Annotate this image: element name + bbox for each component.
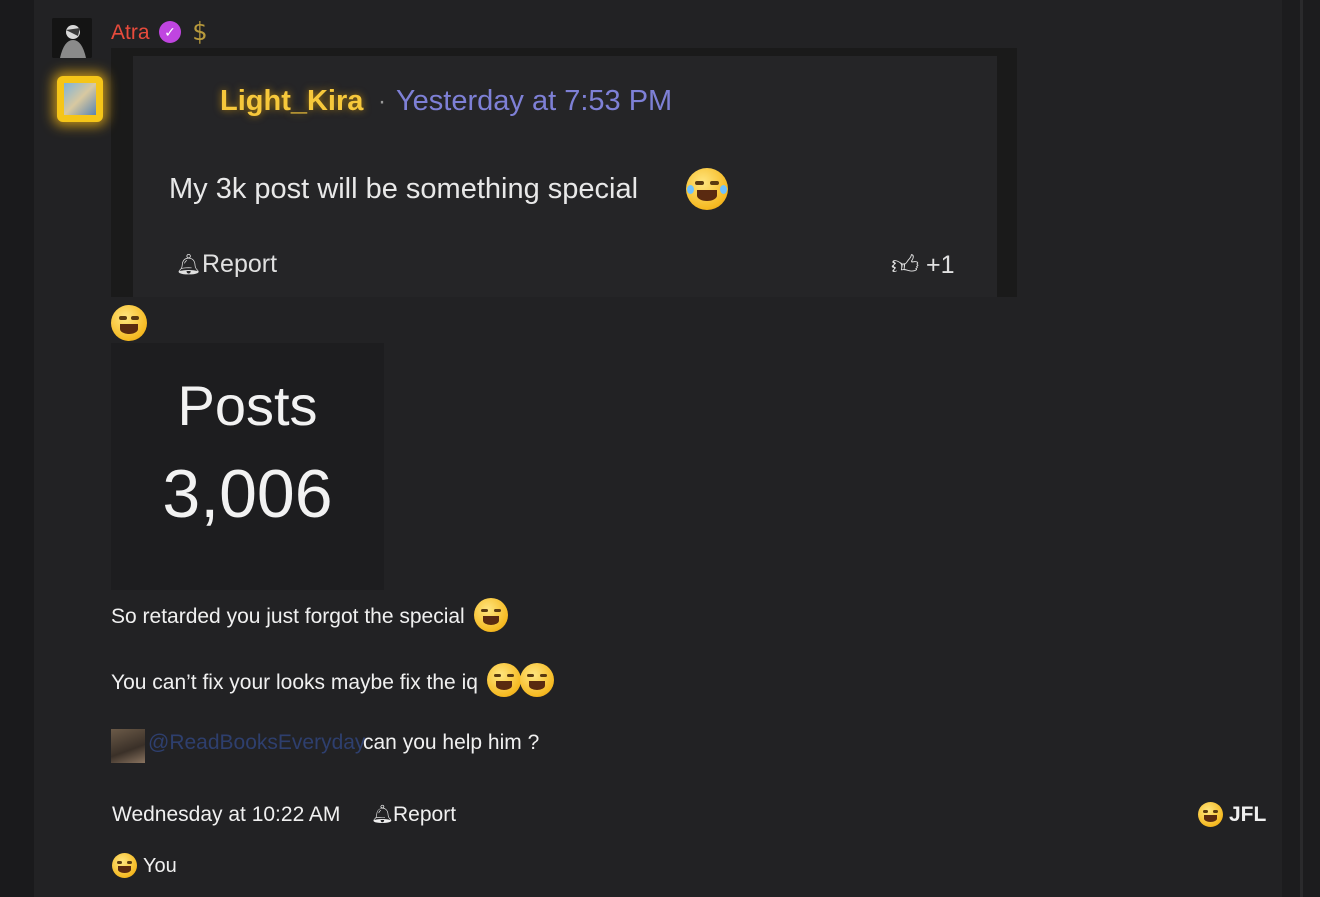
right-scrollbar[interactable] [1282, 0, 1320, 897]
dollar-icon: $ [192, 17, 208, 46]
author-avatar[interactable] [52, 18, 92, 58]
rofl-emoji-icon [487, 663, 521, 697]
posts-stat-image: Posts 3,006 [111, 343, 384, 590]
stat-label: Posts [177, 374, 318, 437]
quote-separator: · [378, 88, 386, 115]
post-timestamp[interactable]: Wednesday at 10:22 AM [112, 803, 340, 827]
stat-value: 3,006 [162, 456, 333, 532]
crying-laugh-emoji-icon[interactable] [1198, 802, 1223, 827]
mention-avatar[interactable] [111, 729, 145, 763]
scrollbar-track[interactable] [1300, 0, 1303, 897]
reaction-list-user[interactable]: You [143, 855, 177, 878]
message-line: So retarded you just forgot the special [111, 605, 465, 628]
reaction-button[interactable]: JFL [1229, 803, 1266, 827]
bell-icon: 🔔︎ [371, 804, 394, 824]
thumbs-up-icon[interactable]: 👍︎ [891, 250, 919, 282]
bell-icon: 🔔︎ [176, 254, 202, 276]
quote-author-avatar[interactable] [57, 76, 103, 122]
quote-author-name[interactable]: Light_Kira [220, 85, 363, 118]
mention-text: can you help him ? [363, 731, 540, 754]
quote-avatar-image [64, 83, 96, 115]
quote-timestamp[interactable]: Yesterday at 7:53 PM [396, 85, 672, 118]
rofl-emoji-icon [686, 168, 728, 210]
laughing-emoji-icon [111, 305, 147, 341]
rofl-emoji-icon [520, 663, 554, 697]
user-mention-link[interactable]: @ReadBooksEveryday [148, 731, 365, 755]
author-username[interactable]: Atra [111, 21, 150, 45]
verified-icon: ✓ [159, 21, 181, 43]
crying-laugh-emoji-icon [112, 853, 137, 878]
left-gutter [0, 0, 34, 897]
like-count: +1 [926, 251, 955, 279]
rofl-emoji-icon [474, 598, 508, 632]
message-line: You can’t fix your looks maybe fix the i… [111, 671, 478, 694]
report-link[interactable]: Report [393, 803, 456, 827]
avatar-image [52, 18, 92, 58]
quote-text: My 3k post will be something special [169, 173, 639, 205]
quote-report-link[interactable]: Report [202, 250, 277, 279]
